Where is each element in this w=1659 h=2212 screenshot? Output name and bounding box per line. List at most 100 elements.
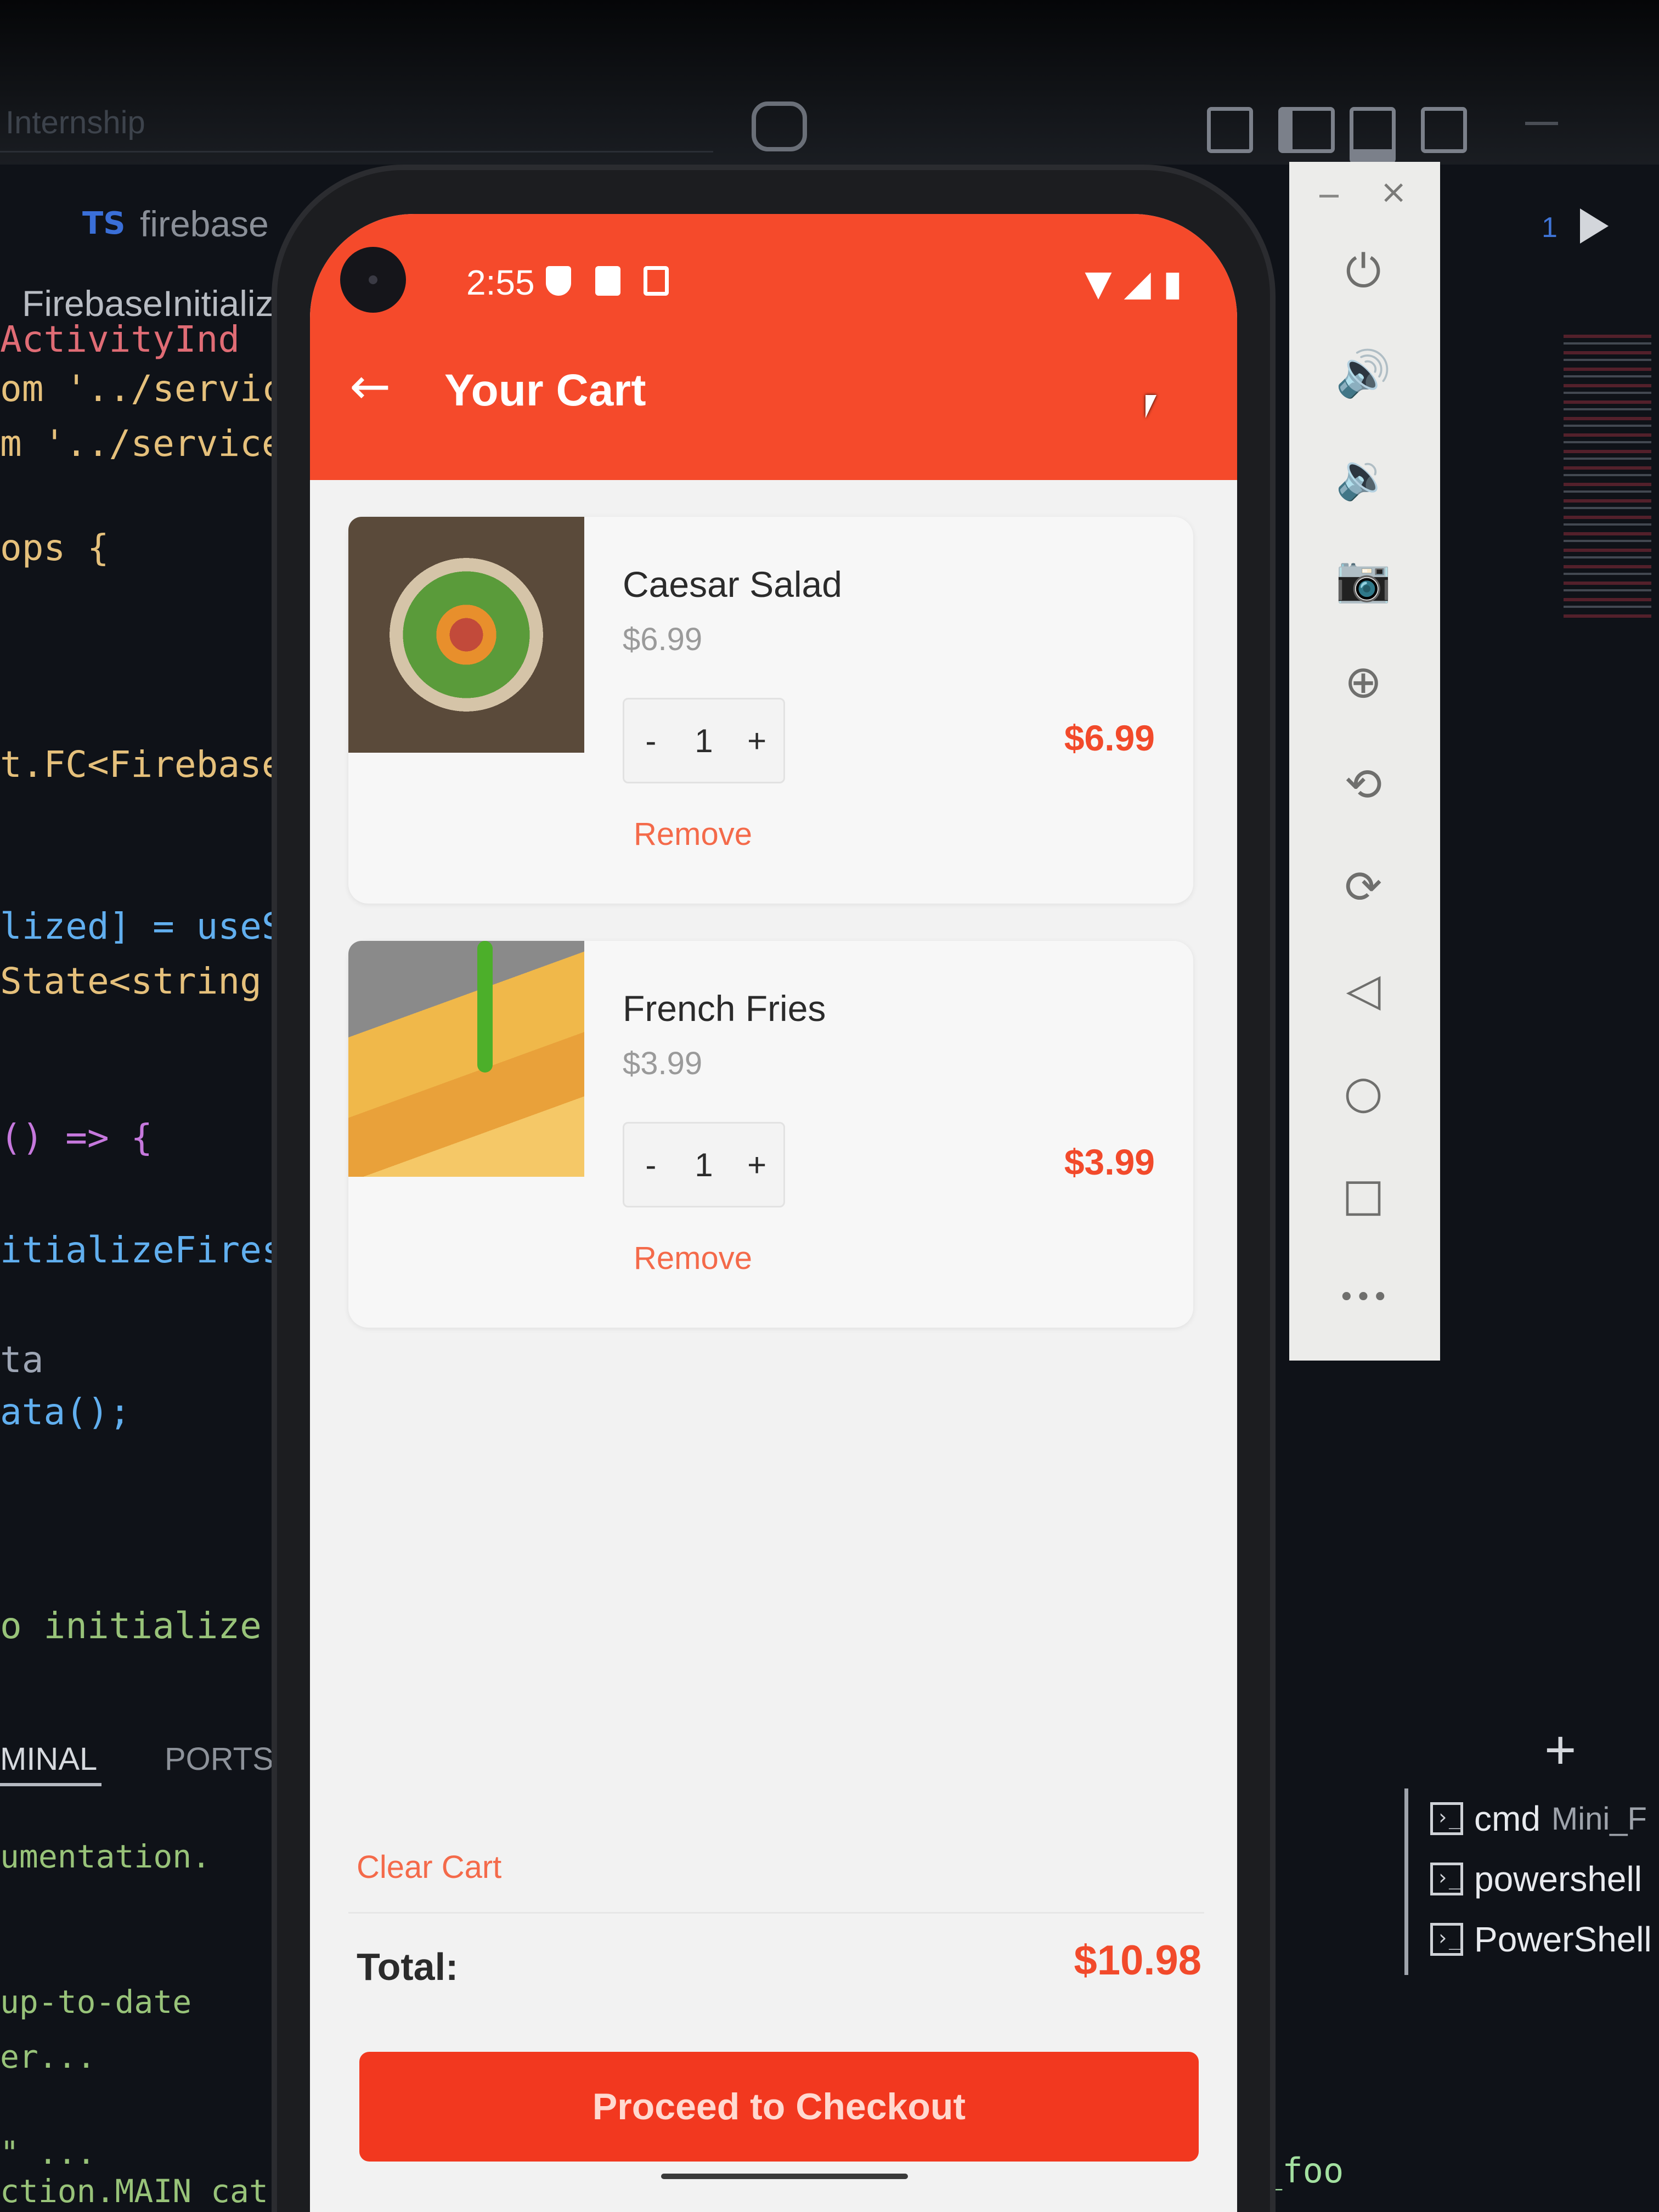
status-time: 2:55 — [466, 263, 535, 302]
code-line: o initialize — [0, 1605, 262, 1647]
item-unit-price: $3.99 — [623, 1046, 703, 1081]
minimap[interactable] — [1564, 335, 1651, 620]
terminal-session-detail: Mini_F — [1551, 1801, 1647, 1837]
item-line-total: $3.99 — [1064, 1142, 1155, 1182]
code-line: itializeFires — [0, 1229, 284, 1271]
home-indicator[interactable] — [661, 2174, 908, 2179]
ide-window-title: Internship — [5, 105, 145, 140]
clear-cart-button[interactable]: Clear Cart — [357, 1849, 501, 1886]
new-terminal-icon[interactable]: + — [1544, 1723, 1576, 1778]
french-fries-image — [348, 941, 584, 1177]
checkout-button[interactable]: Proceed to Checkout — [359, 2052, 1199, 2162]
decrement-button[interactable]: - — [637, 722, 664, 760]
code-line: ops { — [0, 527, 109, 569]
code-line: ActivityInd — [0, 318, 240, 360]
item-name: Caesar Salad — [623, 564, 842, 605]
rotate-right-icon[interactable]: ⟳ — [1336, 860, 1391, 915]
item-name: French Fries — [623, 988, 826, 1029]
caesar-salad-image — [348, 517, 584, 753]
camera-icon[interactable]: 📷 — [1335, 552, 1391, 607]
signal-icon: ◢ — [1124, 263, 1151, 304]
item-line-total: $6.99 — [1064, 718, 1155, 758]
screen-icon — [644, 266, 669, 296]
wifi-icon: ▼ — [1085, 263, 1112, 304]
quantity-value: 1 — [695, 722, 713, 759]
terminal-line: ction.MAIN cat — [0, 2172, 268, 2210]
home-nav-icon[interactable]: ○ — [1336, 1065, 1391, 1120]
terminal-session-name: PowerShell — [1474, 1920, 1652, 1959]
terminal-line: " ... — [0, 2134, 96, 2171]
code-line: t.FC<Firebase — [0, 743, 284, 786]
zoom-in-icon[interactable]: ⊕ — [1336, 654, 1391, 709]
terminal-icon — [1430, 1863, 1463, 1895]
terminal-session[interactable]: PowerShell — [1430, 1917, 1652, 1961]
decrement-button[interactable]: - — [637, 1146, 664, 1184]
power-icon[interactable]: ⏻ — [1336, 244, 1391, 299]
terminal-session-list: cmd Mini_F powershell PowerShell — [1404, 1788, 1659, 1975]
remove-button[interactable]: Remove — [634, 1240, 752, 1277]
terminal-text: _foo — [1262, 2151, 1344, 2191]
rotate-left-icon[interactable]: ⟲ — [1336, 757, 1391, 812]
terminal-session[interactable]: powershell — [1430, 1857, 1642, 1901]
run-count: 1 — [1542, 212, 1558, 244]
mouse-cursor-icon — [1146, 395, 1156, 418]
minimize-window-icon[interactable] — [1525, 122, 1558, 125]
toggle-panel-icon[interactable] — [1350, 107, 1396, 163]
terminal-icon — [1430, 1802, 1463, 1835]
minimize-icon[interactable] — [1319, 195, 1339, 198]
typescript-file-icon: TS — [82, 206, 126, 241]
phone-screen: 2:55 ▼ ◢ ▮ ← Your Cart Caesar Salad $6.9… — [310, 214, 1237, 2212]
active-tab-indicator — [0, 1783, 101, 1786]
terminal-session-name: powershell — [1474, 1859, 1642, 1899]
sd-card-icon — [595, 266, 620, 296]
editor-tab[interactable]: firebase — [140, 203, 269, 245]
copilot-icon[interactable] — [752, 101, 807, 151]
panel-tabs: MINAL PORTS — [0, 1731, 285, 1797]
code-line: () => { — [0, 1116, 153, 1159]
code-line: om '../servic — [0, 368, 284, 410]
cart-item-card: Caesar Salad $6.99 - 1 + $6.99 Remove — [348, 517, 1193, 904]
emulator-toolbar-header: × — [1289, 162, 1440, 214]
code-line: m '../service — [0, 422, 284, 465]
volume-up-icon[interactable]: 🔊 — [1335, 347, 1391, 402]
toggle-sidebar-icon[interactable] — [1278, 107, 1335, 153]
increment-button[interactable]: + — [743, 722, 771, 760]
terminal-line: umentation. — [0, 1838, 211, 1875]
page-title: Your Cart — [444, 365, 646, 415]
status-right: ▼ ◢ ▮ — [1085, 263, 1182, 304]
battery-icon: ▮ — [1163, 263, 1182, 304]
terminal-line: er... — [0, 2038, 96, 2075]
terminal-session-name: cmd — [1474, 1799, 1541, 1838]
total-label: Total: — [357, 1945, 459, 1988]
overview-nav-icon[interactable]: □ — [1336, 1167, 1391, 1222]
back-nav-icon[interactable]: ◁ — [1336, 962, 1391, 1017]
cart-item-card: French Fries $3.99 - 1 + $3.99 Remove — [348, 941, 1193, 1328]
tab-ports[interactable]: PORTS — [165, 1741, 274, 1778]
quantity-stepper: - 1 + — [623, 1122, 785, 1207]
fork — [477, 941, 493, 1073]
total-value: $10.98 — [1074, 1937, 1201, 1984]
tab-terminal[interactable]: MINAL — [0, 1741, 97, 1778]
item-unit-price: $6.99 — [623, 622, 703, 657]
shield-icon — [546, 266, 571, 296]
code-line: ta — [0, 1339, 44, 1381]
quantity-value: 1 — [695, 1146, 713, 1183]
close-icon[interactable]: × — [1380, 173, 1407, 211]
more-icon[interactable]: ••• — [1336, 1270, 1391, 1325]
increment-button[interactable]: + — [743, 1146, 771, 1184]
layout-customize-icon[interactable] — [1207, 107, 1253, 153]
terminal-session[interactable]: cmd Mini_F — [1430, 1797, 1647, 1841]
volume-down-icon[interactable]: 🔉 — [1335, 449, 1391, 504]
terminal-line: up-to-date — [0, 1983, 192, 2021]
back-arrow-icon[interactable]: ← — [349, 362, 391, 411]
terminal-icon — [1430, 1923, 1463, 1956]
code-line: ata(); — [0, 1391, 131, 1433]
remove-button[interactable]: Remove — [634, 816, 752, 853]
quantity-stepper: - 1 + — [623, 698, 785, 783]
toggle-secondary-sidebar-icon[interactable] — [1421, 107, 1467, 153]
code-line: State<string — [0, 960, 262, 1002]
code-line: lized] = useS — [0, 905, 284, 947]
run-icon[interactable] — [1580, 208, 1609, 244]
app-bar: 2:55 ▼ ◢ ▮ ← Your Cart — [310, 214, 1237, 480]
emulator-toolbar: × ⏻ 🔊 🔉 📷 ⊕ ⟲ ⟳ ◁ ○ □ ••• — [1289, 162, 1440, 1361]
